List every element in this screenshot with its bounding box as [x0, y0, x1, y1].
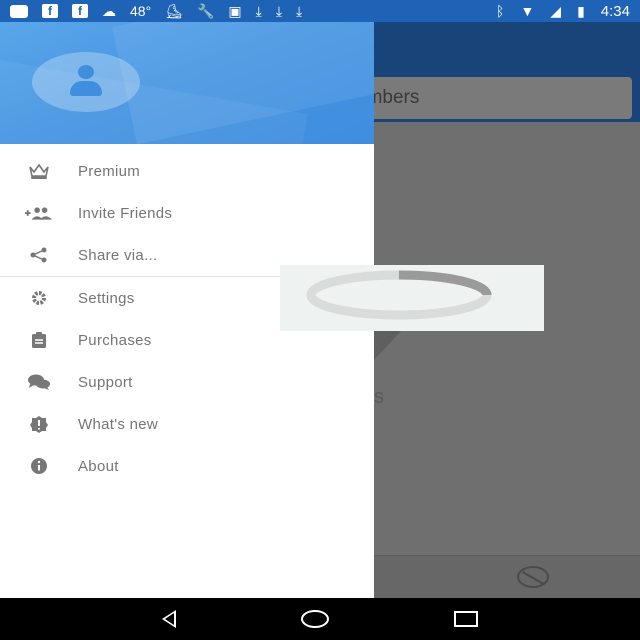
crown-icon — [24, 163, 54, 179]
badge-icon — [24, 415, 54, 433]
clipboard-icon — [24, 331, 54, 349]
skateboard-icon: ⛸ — [165, 3, 183, 19]
status-bar: f f ☁ 48° ⛸ 🔧 ▣ ⤓ ⤓ ⤓ ᛒ ▼ ◢ ▮ 4:34 — [0, 0, 640, 22]
app-partial-text: s — [374, 386, 384, 408]
temperature-text: 48° — [130, 3, 152, 19]
avatar[interactable] — [32, 52, 140, 112]
info-icon — [24, 457, 54, 475]
download-icon: ⤓ — [296, 3, 303, 19]
recent-apps-button[interactable] — [453, 611, 478, 627]
menu-item-premium[interactable]: Premium — [0, 150, 374, 192]
menu-item-support[interactable]: Support — [0, 361, 374, 403]
facebook-icon: f — [72, 4, 88, 18]
facebook-icon: f — [42, 4, 58, 18]
block-icon[interactable] — [517, 566, 549, 588]
messages-icon — [10, 4, 28, 18]
battery-charging-icon: ▮ — [577, 3, 585, 19]
status-right-icons: ᛒ ▼ ◢ ▮ 4:34 — [496, 0, 630, 22]
menu-item-label: About — [78, 457, 119, 475]
bluetooth-icon: ᛒ — [496, 3, 505, 19]
search-field[interactable]: umbers — [350, 77, 632, 119]
share-icon — [24, 247, 54, 263]
loading-spinner-icon — [306, 270, 492, 320]
download-icon: ⤓ — [275, 3, 283, 19]
home-button[interactable] — [300, 610, 329, 628]
back-button[interactable] — [162, 610, 177, 628]
menu-item-label: Premium — [78, 162, 141, 180]
menu-item-about[interactable]: About — [0, 445, 374, 487]
download-icon: ⤓ — [255, 3, 262, 19]
menu-item-invite-friends[interactable]: Invite Friends — [0, 192, 374, 234]
person-icon — [78, 65, 94, 79]
navigation-bar — [0, 598, 640, 640]
chat-icon — [24, 373, 54, 391]
gear-icon — [24, 289, 54, 307]
menu-item-whats-new[interactable]: What's new — [0, 403, 374, 445]
loading-dialog — [280, 265, 544, 331]
menu-item-label: Invite Friends — [78, 204, 173, 222]
menu-item-label: What's new — [78, 415, 159, 433]
menu-item-label: Share via... — [78, 246, 158, 264]
drawer-menu-primary: Premium Invite Friends Share via... — [0, 144, 374, 276]
person-icon-body — [70, 81, 102, 96]
clock: 4:34 — [600, 2, 630, 20]
wifi-icon: ▼ — [520, 3, 535, 19]
drawer-header — [0, 22, 374, 144]
voicemail-icon: ▣ — [228, 3, 242, 19]
add-people-icon — [24, 205, 54, 221]
menu-item-label: Settings — [78, 289, 135, 307]
menu-item-label: Purchases — [78, 331, 152, 349]
signal-icon: ◢ — [550, 3, 562, 19]
menu-item-label: Support — [78, 373, 133, 391]
status-left-icons: f f ☁ 48° ⛸ 🔧 ▣ ⤓ ⤓ ⤓ — [10, 0, 302, 22]
wrench-icon: 🔧 — [196, 3, 215, 19]
weather-icon: ☁ — [102, 3, 116, 19]
